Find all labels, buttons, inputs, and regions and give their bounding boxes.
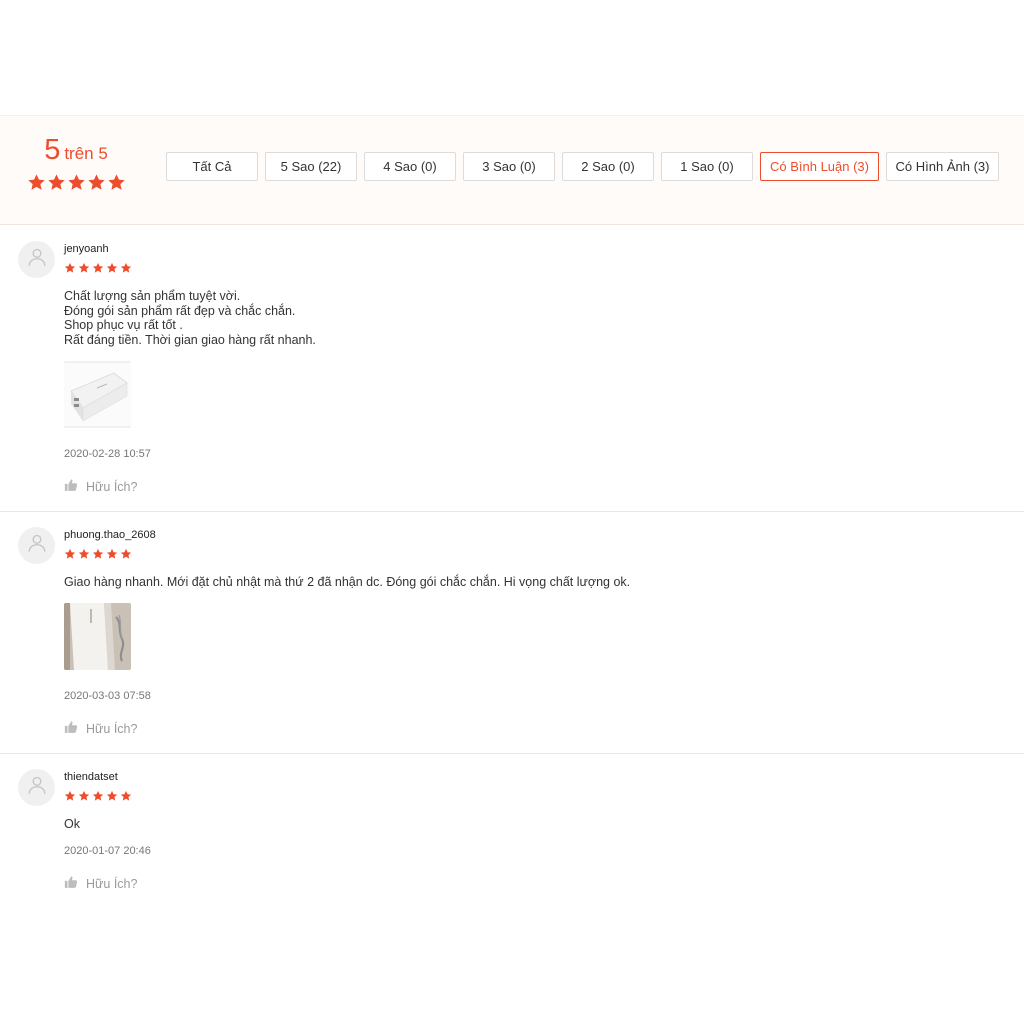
helpful-button[interactable]: Hữu Ích? <box>64 478 137 495</box>
rating-score: 5 trên 5 <box>26 134 126 197</box>
star-icon <box>64 261 76 279</box>
filter-3-star[interactable]: 3 Sao (0) <box>463 152 555 181</box>
review-username[interactable]: jenyoanh <box>64 243 109 255</box>
review-text: Giao hàng nhanh. Mới đặt chủ nhật mà thứ… <box>64 575 630 590</box>
filter-5-star[interactable]: 5 Sao (22) <box>265 152 357 181</box>
filter-4-star[interactable]: 4 Sao (0) <box>364 152 456 181</box>
user-icon <box>26 246 48 273</box>
star-icon <box>78 789 90 807</box>
review-text-line: Chất lượng sản phẩm tuyệt vời. <box>64 289 241 303</box>
helpful-button[interactable]: Hữu Ích? <box>64 720 137 737</box>
helpful-label: Hữu Ích? <box>86 479 138 494</box>
avatar <box>18 527 55 564</box>
review-photo[interactable] <box>64 361 131 428</box>
review-stars <box>64 547 132 565</box>
score-stars <box>26 173 126 197</box>
review-date: 2020-01-07 20:46 <box>64 845 151 857</box>
helpful-label: Hữu Ích? <box>86 721 138 736</box>
star-icon <box>92 789 104 807</box>
review-item: jenyoanh Chất lượng sản phẩm tuyệt vời. … <box>0 226 1024 512</box>
filter-with-comment[interactable]: Có Bình Luận (3) <box>760 152 879 181</box>
user-icon <box>26 774 48 801</box>
thumbs-up-icon <box>64 478 78 495</box>
star-icon <box>120 547 132 565</box>
star-icon <box>120 261 132 279</box>
review-stars <box>64 789 132 807</box>
star-icon <box>64 547 76 565</box>
review-date: 2020-03-03 07:58 <box>64 690 151 702</box>
star-icon <box>27 173 46 197</box>
star-icon <box>78 547 90 565</box>
helpful-button[interactable]: Hữu Ích? <box>64 875 137 892</box>
review-text: Chất lượng sản phẩm tuyệt vời. Đóng gói … <box>64 289 316 347</box>
rating-overview: 5 trên 5 Tất Cả 5 Sao (22) 4 Sao (0) 3 Sa… <box>0 115 1024 225</box>
review-item: phuong.thao_2608 Giao hàng nhanh. Mới đặ… <box>0 512 1024 754</box>
review-text-line: Giao hàng nhanh. Mới đặt chủ nhật mà thứ… <box>64 575 631 589</box>
filter-2-star[interactable]: 2 Sao (0) <box>562 152 654 181</box>
star-icon <box>92 261 104 279</box>
star-icon <box>64 789 76 807</box>
user-icon <box>26 532 48 559</box>
star-icon <box>92 547 104 565</box>
score-value: 5 <box>44 134 61 166</box>
score-suffix: trên 5 <box>64 144 108 163</box>
helpful-label: Hữu Ích? <box>86 876 138 891</box>
review-username[interactable]: thiendatset <box>64 771 118 783</box>
star-icon <box>67 173 86 197</box>
review-stars <box>64 261 132 279</box>
review-username[interactable]: phuong.thao_2608 <box>64 529 156 541</box>
review-photo[interactable] <box>64 603 131 670</box>
star-icon <box>47 173 66 197</box>
star-icon <box>107 173 126 197</box>
thumbs-up-icon <box>64 720 78 737</box>
review-text-line: Ok <box>64 817 80 831</box>
star-icon <box>78 261 90 279</box>
thumbs-up-icon <box>64 875 78 892</box>
filter-all[interactable]: Tất Cả <box>166 152 258 181</box>
avatar <box>18 769 55 806</box>
review-text: Ok <box>64 817 80 832</box>
review-date: 2020-02-28 10:57 <box>64 448 151 460</box>
avatar <box>18 241 55 278</box>
review-text-line: Shop phục vụ rất tốt . <box>64 318 183 333</box>
review-item: thiendatset Ok 2020-01-07 20:46 Hữu Ích? <box>0 754 1024 904</box>
star-icon <box>87 173 106 197</box>
star-icon <box>120 789 132 807</box>
review-text-line: Rất đáng tiền. Thời gian giao hàng rất n… <box>64 332 316 347</box>
filter-1-star[interactable]: 1 Sao (0) <box>661 152 753 181</box>
star-icon <box>106 789 118 807</box>
filter-with-photo[interactable]: Có Hình Ảnh (3) <box>886 152 999 181</box>
review-text-line: Đóng gói sản phẩm rất đẹp và chắc chắn. <box>64 303 296 318</box>
star-icon <box>106 261 118 279</box>
star-icon <box>106 547 118 565</box>
